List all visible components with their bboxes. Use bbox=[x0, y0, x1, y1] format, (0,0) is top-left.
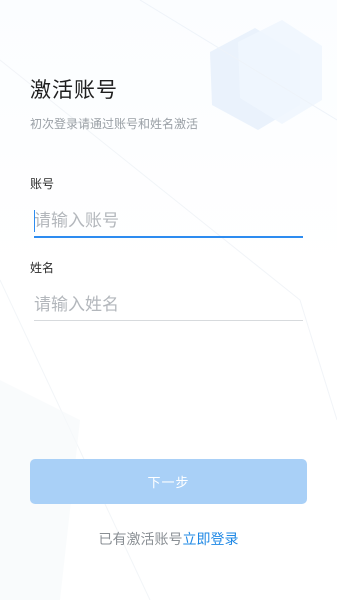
name-input[interactable] bbox=[34, 290, 303, 321]
page-title: 激活账号 bbox=[30, 78, 118, 102]
next-step-button[interactable]: 下一步 bbox=[30, 459, 307, 504]
account-label: 账号 bbox=[30, 177, 55, 191]
login-prompt-text: 已有激活账号 bbox=[98, 532, 183, 548]
login-prompt: 已有激活账号立即登录 bbox=[0, 529, 337, 549]
account-input[interactable] bbox=[34, 206, 303, 238]
text-cursor bbox=[34, 210, 35, 232]
page-subtitle: 初次登录请通过账号和姓名激活 bbox=[30, 117, 199, 131]
login-now-link[interactable]: 立即登录 bbox=[183, 532, 239, 548]
activation-screen: 激活账号 初次登录请通过账号和姓名激活 账号 姓名 下一步 已有激活账号立即登录 bbox=[0, 0, 337, 600]
name-label: 姓名 bbox=[30, 261, 55, 275]
